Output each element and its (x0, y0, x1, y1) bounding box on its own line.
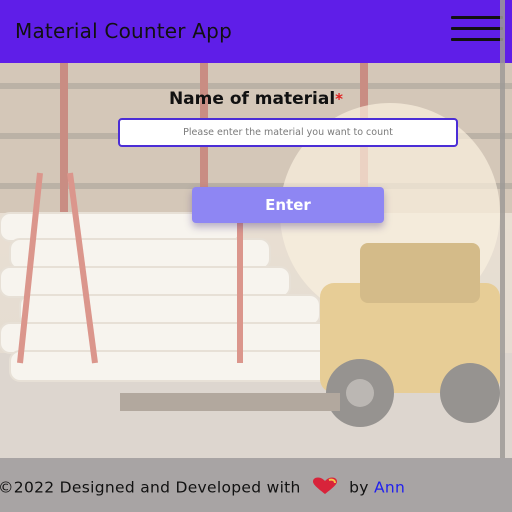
app-header: Material Counter App (0, 0, 512, 63)
footer: ©2022 Designed and Developed with by Ann (0, 458, 512, 512)
menu-bar-middle (451, 27, 503, 30)
app-window: Material Counter App Name of material* P… (0, 0, 512, 512)
material-name-label-text: Name of material (168, 89, 336, 109)
footer-by-text: by (349, 478, 369, 497)
footer-credit: ©2022 Designed and Developed with by Ann (0, 477, 405, 499)
app-title: Material Counter App (15, 19, 232, 43)
footer-copyright-text: ©2022 Designed and Developed with (0, 478, 301, 497)
author-link[interactable]: Ann (374, 479, 405, 497)
material-name-label: Name of material* (0, 89, 512, 109)
scrollbar[interactable] (500, 0, 505, 458)
hamburger-menu-icon[interactable] (451, 16, 503, 42)
material-name-input[interactable] (118, 118, 458, 147)
menu-bar-top (451, 16, 503, 19)
menu-bar-bottom (451, 38, 503, 41)
enter-button[interactable]: Enter (192, 187, 384, 223)
required-asterisk: * (335, 90, 344, 108)
heart-icon (312, 477, 338, 499)
